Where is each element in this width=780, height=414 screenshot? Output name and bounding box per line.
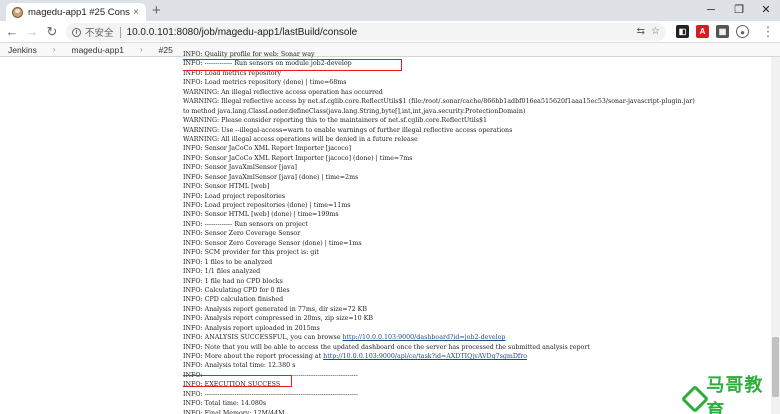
console-line: WARNING: An illegal reflective access op… <box>183 88 383 96</box>
console-line: INFO: Sensor JavaXmlSensor [java] <box>183 164 297 172</box>
console-line-analysis: INFO: ANALYSIS SUCCESSFUL, you can brows… <box>183 334 506 342</box>
console-line: INFO: Calculating CPD for 0 files <box>183 286 290 294</box>
browser-tab-active[interactable]: magedu-app1 #25 Console [Je × <box>6 3 146 21</box>
console-line: INFO: Load metrics repository <box>183 69 282 77</box>
console-line: WARNING: Use --illegal-access=warn to en… <box>183 126 513 134</box>
console-line: INFO: 1/1 files analyzed <box>183 268 261 276</box>
console-line: INFO: Sensor HTML [web] (done) | time=19… <box>183 211 339 219</box>
new-tab-button[interactable]: + <box>152 2 161 20</box>
console-line: INFO: Sensor JaCoCo XML Report Importer … <box>183 154 413 162</box>
browser-toolbar: ← → ↻ i 不安全 10.0.0.101:8080/job/magedu-a… <box>0 21 780 43</box>
console-line: INFO: Analysis report compressed in 20ms… <box>183 315 374 323</box>
tab-close-icon[interactable]: × <box>130 7 142 18</box>
console-line: INFO: Load project repositories (done) |… <box>183 202 351 209</box>
window-minimize-button[interactable]: ─ <box>703 2 719 18</box>
console-line: INFO: Analysis report generated in 77ms,… <box>183 305 368 313</box>
breadcrumb-separator-icon: › <box>139 45 143 54</box>
console-line: INFO: Load metrics repository (done) | t… <box>183 79 347 87</box>
extension-dark-icon[interactable]: ◧ <box>676 25 689 38</box>
forward-arrow-icon[interactable]: → <box>24 24 40 40</box>
browser-menu-icon[interactable]: ⋮ <box>760 24 776 40</box>
console-line: to method java.lang.ClassLoader.defineCl… <box>183 107 526 115</box>
omnibox-actions: ⇆ ☆ <box>637 26 660 37</box>
console-output: INFO: Quality profile for web: Sonar way… <box>183 50 780 414</box>
console-line: INFO: ------------- Run sensors on proje… <box>183 220 308 228</box>
watermark-logo-icon <box>683 387 702 407</box>
console-line: INFO: ------------- Run sensors on modul… <box>183 60 352 68</box>
console-line: WARNING: Illegal reflective access by ne… <box>183 98 695 106</box>
breadcrumb-build[interactable]: #25 <box>159 45 173 55</box>
console-line: INFO: Sensor Zero Coverage Sensor (done)… <box>183 239 362 247</box>
profile-avatar-icon[interactable]: ● <box>736 25 749 38</box>
page-scrollbar[interactable] <box>771 57 780 414</box>
breadcrumb-separator-icon: › <box>52 45 56 54</box>
reload-icon[interactable]: ↻ <box>44 24 60 40</box>
console-line: INFO: Sensor JaCoCo XML Report Importer … <box>183 145 352 153</box>
console-line: INFO: CPD calculation finished <box>183 296 284 304</box>
console-line: INFO: Load project repositories <box>183 192 286 200</box>
dashboard-link[interactable]: http://10.0.0.103:9000/dashboard?id=job2… <box>342 334 505 341</box>
security-indicator[interactable]: 不安全 <box>85 25 114 39</box>
tab-title: magedu-app1 #25 Console [Je <box>28 6 130 18</box>
console-line: INFO: 1 file had no CPD blocks <box>183 277 283 285</box>
tab-strip: magedu-app1 #25 Console [Je × + ─ ❐ ✕ <box>0 0 780 21</box>
window-restore-button[interactable]: ❐ <box>731 2 747 18</box>
task-link[interactable]: http://10.0.0.103:9000/api/ce/task?id=AX… <box>323 353 527 360</box>
console-line: WARNING: Please consider reporting this … <box>183 117 487 125</box>
window-close-button[interactable]: ✕ <box>758 2 774 18</box>
extension-grid-icon[interactable]: ▦ <box>716 25 729 38</box>
url-text[interactable]: 10.0.0.101:8080/job/magedu-app1/lastBuil… <box>127 27 358 38</box>
address-bar[interactable]: i 不安全 10.0.0.101:8080/job/magedu-app1/la… <box>66 23 666 41</box>
console-line-note: INFO: Note that you will be able to acce… <box>183 343 590 351</box>
breadcrumb-job[interactable]: magedu-app1 <box>72 45 124 55</box>
watermark-text: 马哥教育 <box>706 375 764 414</box>
console-line: INFO: Quality profile for web: Sonar way <box>183 51 315 58</box>
console-line: INFO: Analysis total time: 12.380 s <box>183 362 296 370</box>
info-icon[interactable]: i <box>72 27 81 37</box>
jenkins-favicon-icon <box>12 6 23 18</box>
breadcrumb-jenkins[interactable]: Jenkins <box>8 45 37 55</box>
url-divider <box>119 26 121 38</box>
console-line: INFO: Sensor JavaXmlSensor [java] (done)… <box>183 173 359 181</box>
console-line: INFO: Sensor Zero Coverage Sensor <box>183 230 301 238</box>
console-line-more: INFO: More about the report processing a… <box>183 353 528 360</box>
watermark: 马哥教育 <box>683 371 780 414</box>
bookmark-star-icon[interactable]: ☆ <box>651 26 660 37</box>
pdf-extension-icon[interactable]: A <box>696 25 709 38</box>
console-line: INFO: 1 files to be analyzed <box>183 258 273 266</box>
back-arrow-icon[interactable]: ← <box>4 24 20 40</box>
console-line: INFO: Sensor HTML [web] <box>183 183 270 191</box>
console-line: WARNING: All illegal access operations w… <box>183 135 418 143</box>
console-line: INFO: Analysis report uploaded in 2015ms <box>183 324 320 332</box>
translate-icon[interactable]: ⇆ <box>637 26 645 37</box>
console-line: INFO: SCM provider for this project is: … <box>183 249 319 257</box>
